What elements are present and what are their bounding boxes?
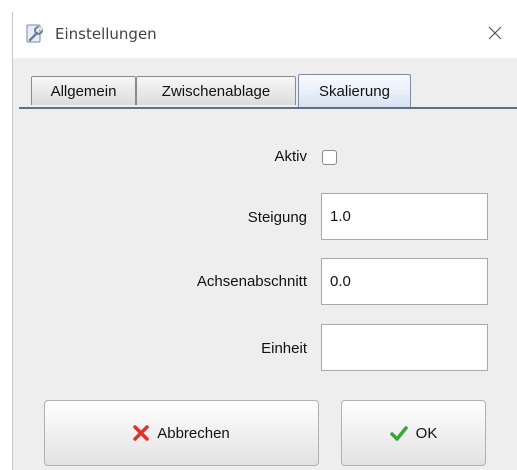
unit-label: Einheit (261, 340, 307, 357)
settings-dialog: Einstellungen Allgemein Zwischenablage S… (12, 12, 517, 470)
intercept-label: Achsenabschnitt (196, 273, 307, 290)
tab-skalierung[interactable]: Skalierung (298, 74, 411, 107)
tab-content-skalierung: Aktiv Steigung Achsenabschnitt Einheit A… (13, 110, 517, 470)
slope-field[interactable] (321, 193, 488, 240)
tab-label: Allgemein (50, 82, 117, 100)
active-checkbox[interactable] (322, 150, 337, 165)
cancel-label: Abbrechen (157, 424, 230, 442)
tab-label: Zwischenablage (161, 82, 271, 100)
close-icon (488, 26, 502, 45)
tab-label: Skalierung (319, 82, 390, 100)
title-bar: Einstellungen (13, 12, 517, 58)
tab-zwischenablage[interactable]: Zwischenablage (136, 76, 296, 105)
intercept-field[interactable] (321, 258, 488, 305)
wrench-settings-icon (25, 24, 45, 44)
ok-button[interactable]: OK (341, 400, 486, 466)
window-title: Einstellungen (55, 25, 157, 43)
cancel-button[interactable]: Abbrechen (44, 400, 319, 466)
green-check-icon (389, 425, 408, 441)
red-x-icon (133, 425, 149, 441)
close-button[interactable] (472, 12, 517, 58)
active-label: Aktiv (274, 148, 307, 165)
slope-label: Steigung (247, 209, 307, 226)
tab-strip: Allgemein Zwischenablage Skalierung (13, 58, 517, 110)
unit-field[interactable] (321, 324, 488, 371)
ok-label: OK (415, 424, 438, 442)
tab-divider (19, 107, 517, 109)
tab-allgemein[interactable]: Allgemein (31, 76, 136, 105)
